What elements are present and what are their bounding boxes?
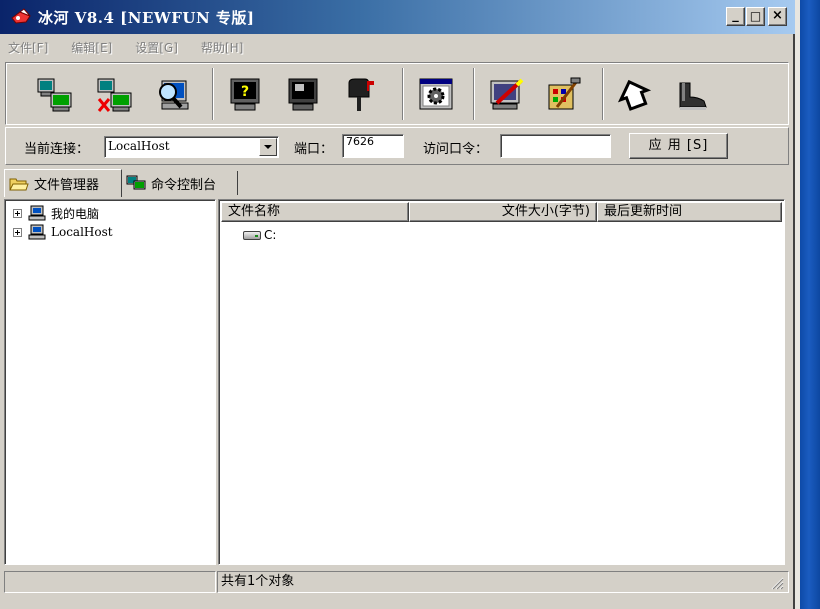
tab-command-console[interactable]: 命令控制台 — [122, 171, 238, 195]
password-label: 访问口令： — [423, 142, 489, 157]
connection-bar: 当前连接： LocalHost 端口： 7626 访问口令： 应 用 [S] — [5, 127, 789, 165]
minimize-button[interactable]: _ — [726, 7, 745, 26]
search-host-icon[interactable] — [152, 77, 192, 113]
apply-button[interactable]: 应 用 [S] — [629, 133, 728, 159]
menu-edit[interactable]: 编辑[E] — [71, 39, 112, 56]
status-panel-message: 共有1个对象 — [217, 571, 789, 593]
expand-icon[interactable] — [13, 227, 22, 237]
tab-file-manager-label: 文件管理器 — [34, 178, 100, 193]
main-window: 冰河 V8.4 [NEWFUN 专版] _ □ × 文件[F] 编辑[E] 设置… — [0, 0, 795, 609]
computer-icon — [28, 205, 46, 221]
tab-command-console-label: 命令控制台 — [151, 177, 217, 193]
tree-item-label: LocalHost — [51, 225, 113, 239]
config-tools-icon[interactable] — [543, 77, 583, 113]
desktop-background — [795, 0, 820, 609]
drive-icon — [243, 230, 261, 240]
svg-text:?: ? — [241, 84, 249, 100]
resize-grip-icon[interactable] — [770, 576, 784, 590]
column-header-modified[interactable]: 最后更新时间 — [597, 202, 782, 222]
remove-host-icon[interactable] — [95, 77, 135, 113]
computer-icon — [28, 224, 46, 240]
file-list[interactable]: 文件名称 文件大小(字节) 最后更新时间 C: — [218, 199, 785, 565]
mailbox-icon[interactable] — [339, 77, 379, 113]
chevron-down-icon[interactable] — [259, 138, 277, 156]
home-icon[interactable] — [614, 77, 654, 113]
window-title: 冰河 V8.4 [NEWFUN 专版] — [38, 8, 255, 27]
folder-open-icon — [9, 176, 29, 192]
menu-bar: 文件[F] 编辑[E] 设置[G] 帮助[H] — [0, 34, 795, 60]
status-panel-left — [4, 571, 216, 593]
menu-settings[interactable]: 设置[G] — [135, 39, 178, 56]
tree-item-my-computer[interactable]: 我的电脑 — [13, 204, 99, 222]
console-icon — [126, 175, 146, 191]
column-header-name[interactable]: 文件名称 — [221, 202, 409, 222]
exit-boot-icon[interactable] — [672, 77, 712, 113]
file-name: C: — [264, 228, 277, 242]
port-input[interactable]: 7626 — [342, 134, 404, 158]
list-item[interactable]: C: — [243, 228, 276, 242]
file-list-header: 文件名称 文件大小(字节) 最后更新时间 — [221, 202, 782, 222]
menu-help[interactable]: 帮助[H] — [201, 39, 243, 56]
add-host-icon[interactable] — [35, 77, 75, 113]
close-button[interactable]: × — [768, 7, 787, 26]
maximize-button[interactable]: □ — [746, 7, 765, 26]
title-bar[interactable]: 冰河 V8.4 [NEWFUN 专版] _ □ × — [0, 0, 795, 34]
expand-icon[interactable] — [13, 208, 22, 218]
tree-item-localhost[interactable]: LocalHost — [13, 223, 113, 241]
remote-edit-icon[interactable] — [487, 77, 527, 113]
tab-file-manager[interactable]: 文件管理器 — [4, 169, 122, 197]
help-monitor-icon[interactable]: ? — [225, 77, 265, 113]
port-label: 端口： — [294, 142, 334, 157]
connection-select-value: LocalHost — [108, 139, 170, 153]
tree-item-label: 我的电脑 — [51, 206, 100, 221]
settings-gear-icon[interactable] — [416, 77, 456, 113]
menu-file[interactable]: 文件[F] — [8, 39, 48, 56]
screen-capture-icon[interactable] — [283, 77, 323, 113]
toolbar: ? — [5, 62, 789, 125]
app-logo-icon — [10, 6, 32, 28]
connection-select[interactable]: LocalHost — [104, 136, 279, 158]
folder-tree[interactable]: 我的电脑 LocalHost — [4, 199, 216, 565]
status-message: 共有1个对象 — [221, 574, 295, 589]
column-header-size[interactable]: 文件大小(字节) — [409, 202, 597, 222]
current-connection-label: 当前连接： — [24, 142, 90, 157]
password-input[interactable] — [500, 134, 611, 158]
